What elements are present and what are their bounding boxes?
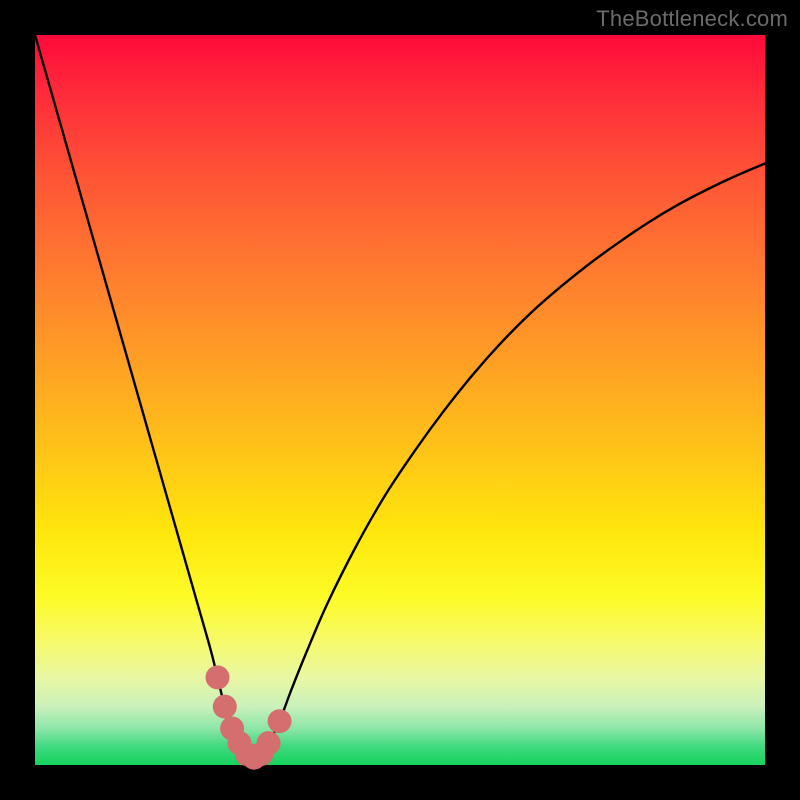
minimum-marker — [268, 709, 292, 733]
minimum-marker — [257, 731, 281, 755]
minimum-marker — [206, 665, 230, 689]
chart-frame: TheBottleneck.com — [0, 0, 800, 800]
bottleneck-curve — [35, 35, 765, 758]
curve-svg — [35, 35, 765, 765]
watermark-text: TheBottleneck.com — [596, 6, 788, 32]
minimum-markers — [206, 665, 292, 769]
plot-area — [35, 35, 765, 765]
minimum-marker — [213, 695, 237, 719]
